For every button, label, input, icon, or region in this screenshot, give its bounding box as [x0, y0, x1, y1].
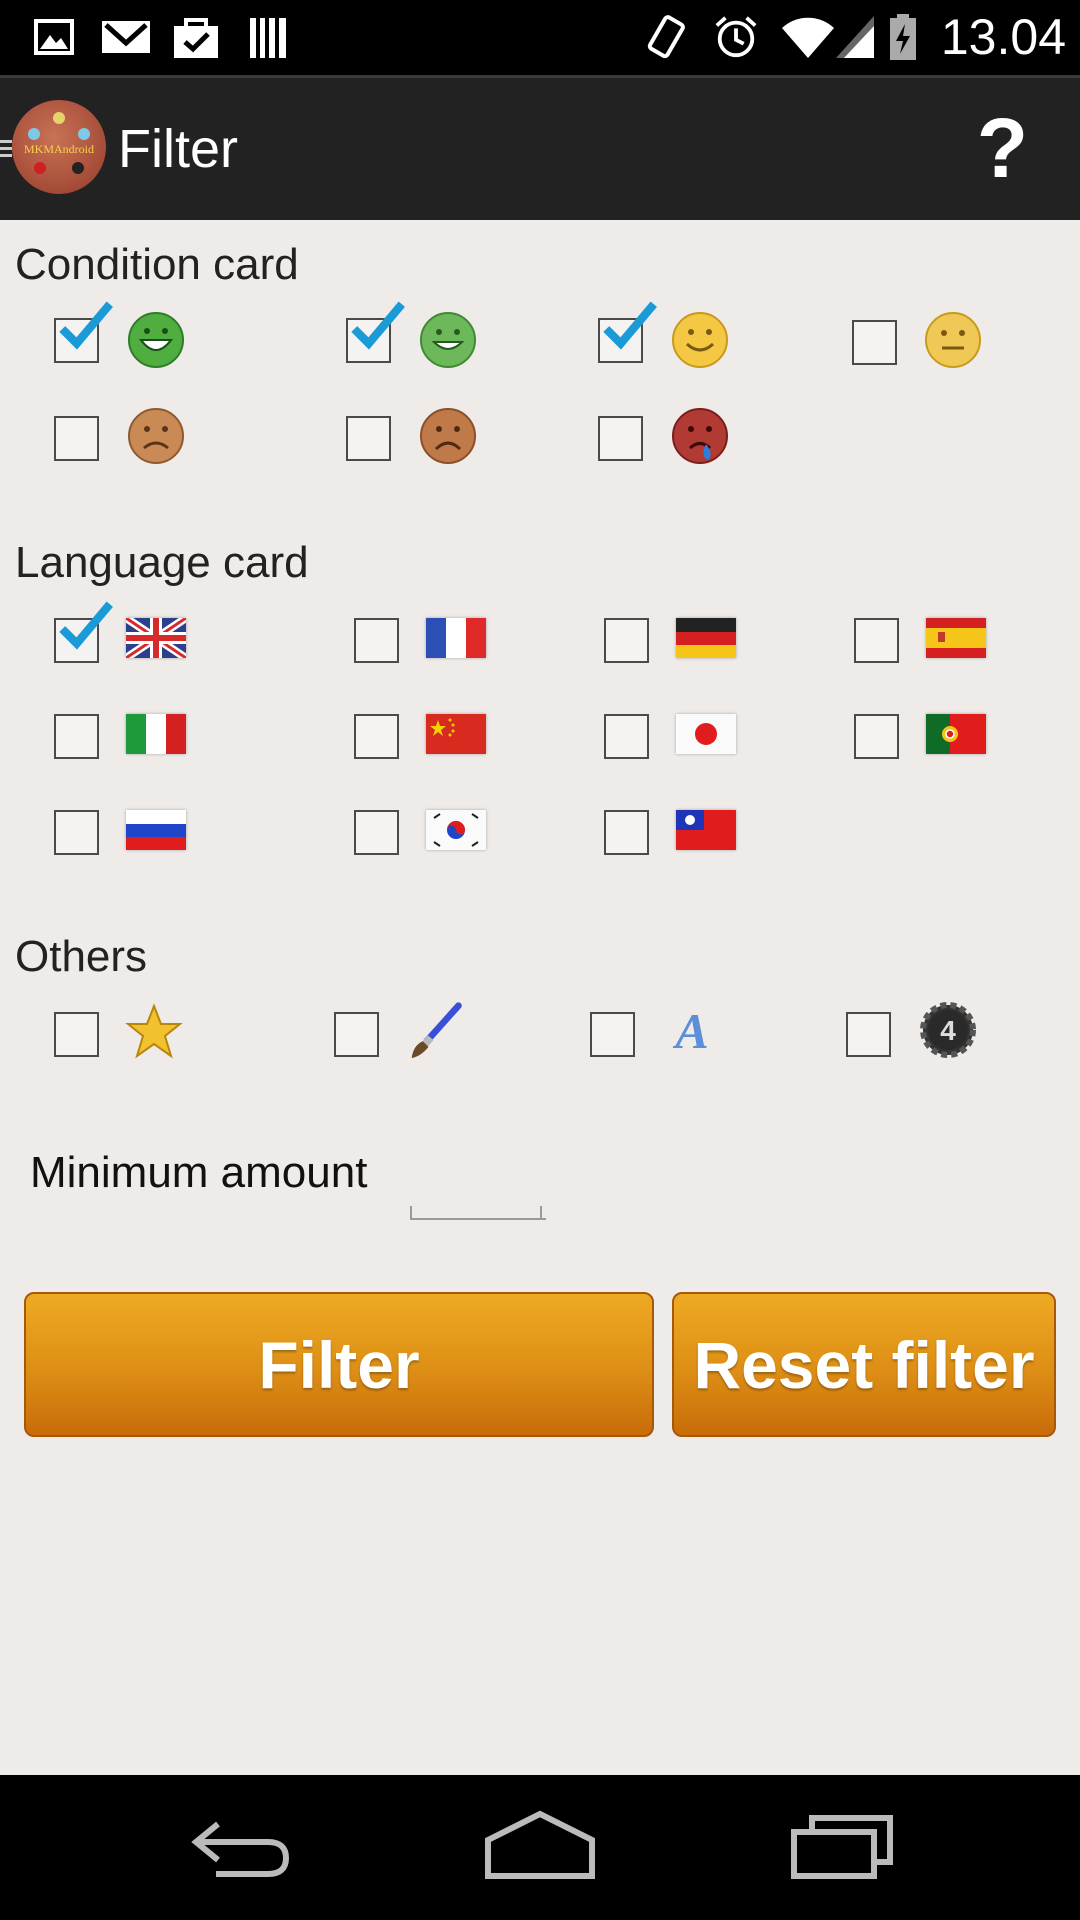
language-checkbox-5[interactable] — [54, 714, 99, 759]
alarm-icon — [715, 16, 757, 58]
checkmark-icon — [59, 301, 113, 350]
shopping-bag-icon — [174, 18, 218, 58]
uk-flag-icon — [126, 618, 186, 658]
page-title: Filter — [118, 119, 238, 179]
language-checkbox-6[interactable] — [354, 714, 399, 759]
taiwan-flag-icon — [676, 810, 736, 850]
others-checkbox-1[interactable] — [54, 1012, 99, 1057]
mint-smiley-icon — [128, 312, 184, 368]
app-logo[interactable]: MKMAndroid — [12, 100, 106, 194]
language-checkbox-3[interactable] — [604, 618, 649, 663]
near-mint-smiley-icon — [420, 312, 476, 368]
logo-text: MKMAndroid — [23, 142, 94, 156]
others-checkbox-2[interactable] — [334, 1012, 379, 1057]
condition-checkbox-2[interactable] — [346, 301, 405, 363]
language-section-title: Language card — [15, 538, 309, 587]
drawer-indicator-icon[interactable] — [0, 140, 12, 161]
condition-checkbox-7[interactable] — [598, 416, 643, 461]
language-checkbox-7[interactable] — [604, 714, 649, 759]
checkmark-icon — [59, 601, 113, 650]
korea-flag-icon — [426, 810, 486, 850]
minimum-amount-label: Minimum amount — [30, 1148, 368, 1197]
france-flag-icon — [426, 618, 486, 658]
played-frown-icon — [420, 408, 476, 464]
language-checkbox-2[interactable] — [354, 618, 399, 663]
condition-checkbox-4[interactable] — [852, 320, 897, 365]
back-icon[interactable] — [188, 1810, 292, 1882]
navigation-bar — [0, 1775, 1080, 1920]
reset-filter-button[interactable]: Reset filter — [672, 1292, 1056, 1437]
checkmark-icon — [603, 301, 657, 350]
language-checkbox-10[interactable] — [354, 810, 399, 855]
home-icon[interactable] — [484, 1810, 596, 1882]
svg-text:4: 4 — [940, 1015, 956, 1046]
china-flag-icon — [426, 714, 486, 754]
signal-icon — [836, 16, 874, 58]
condition-checkbox-3[interactable] — [598, 301, 657, 363]
excellent-smiley-icon — [672, 312, 728, 368]
italy-flag-icon — [126, 714, 186, 754]
status-bar: 13.04 — [0, 0, 1080, 75]
vibrate-icon — [647, 15, 685, 59]
language-checkbox-11[interactable] — [604, 810, 649, 855]
gallery-icon — [34, 19, 74, 55]
star-icon — [125, 1003, 183, 1059]
language-checkbox-9[interactable] — [54, 810, 99, 855]
recent-apps-icon[interactable] — [790, 1810, 894, 1882]
gear-4-icon: 4 — [920, 1002, 976, 1058]
language-checkbox-1[interactable] — [54, 601, 113, 663]
others-checkbox-3[interactable] — [590, 1012, 635, 1057]
svg-text:A: A — [672, 1003, 708, 1059]
language-checkbox-4[interactable] — [854, 618, 899, 663]
input-edge-right — [540, 1206, 542, 1218]
condition-checkbox-1[interactable] — [54, 301, 113, 363]
japan-flag-icon — [676, 714, 736, 754]
light-played-frown-icon — [128, 408, 184, 464]
barcode-icon — [250, 18, 286, 58]
paintbrush-icon — [411, 1002, 462, 1059]
condition-section-title: Condition card — [15, 240, 299, 289]
language-checkbox-8[interactable] — [854, 714, 899, 759]
condition-checkbox-6[interactable] — [346, 416, 391, 461]
portugal-flag-icon — [926, 714, 986, 754]
clock: 13.04 — [940, 9, 1066, 65]
wifi-icon — [782, 17, 834, 58]
germany-flag-icon — [676, 618, 736, 658]
help-button[interactable]: ? — [977, 100, 1028, 197]
letter-a-icon: A — [672, 1003, 708, 1059]
others-checkbox-4[interactable] — [846, 1012, 891, 1057]
minimum-amount-input[interactable] — [410, 1150, 546, 1220]
filter-button[interactable]: Filter — [24, 1292, 654, 1437]
good-neutral-face-icon — [925, 312, 981, 368]
spain-flag-icon — [926, 618, 986, 658]
russia-flag-icon — [126, 810, 186, 850]
gmail-icon — [102, 21, 150, 53]
input-edge-left — [410, 1206, 412, 1218]
checkmark-icon — [351, 301, 405, 350]
action-bar: MKMAndroid Filter ? — [0, 75, 1080, 220]
condition-checkbox-5[interactable] — [54, 416, 99, 461]
battery-charging-icon — [890, 14, 916, 60]
others-section-title: Others — [15, 932, 148, 981]
poor-crying-face-icon — [672, 408, 728, 464]
